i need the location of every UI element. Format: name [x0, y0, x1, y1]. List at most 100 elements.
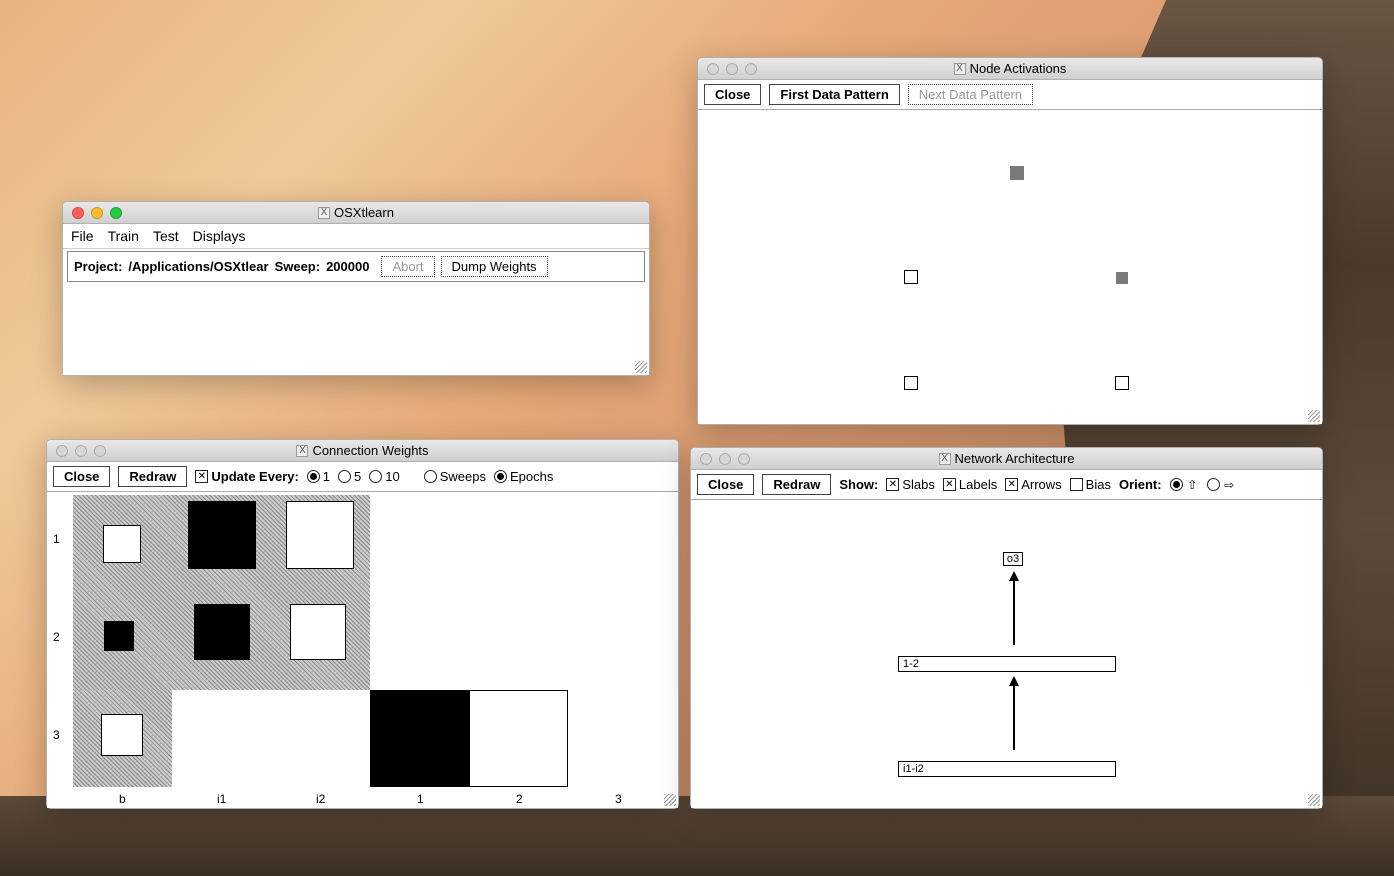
- app-icon: X: [939, 453, 951, 465]
- titlebar[interactable]: X OSXtlearn: [63, 202, 649, 224]
- weight-cell: [103, 525, 141, 563]
- network-architecture-window[interactable]: X Network Architecture Close Redraw Show…: [690, 447, 1323, 809]
- weight-cell: [290, 604, 346, 660]
- window-title: Network Architecture: [955, 451, 1075, 466]
- next-data-pattern-button[interactable]: Next Data Pattern: [908, 84, 1033, 105]
- resize-grip[interactable]: [1308, 794, 1320, 806]
- first-data-pattern-button[interactable]: First Data Pattern: [769, 84, 899, 105]
- input-slab: i1-i2: [898, 761, 1116, 777]
- row-label: 1: [53, 532, 60, 546]
- output-node: o3: [1003, 552, 1023, 566]
- window-title: OSXtlearn: [334, 205, 394, 220]
- activation-node: [1115, 376, 1129, 390]
- activation-node: [1010, 166, 1024, 180]
- sweep-label: Sweep:: [275, 259, 321, 274]
- hidden-slab: 1-2: [898, 656, 1116, 672]
- menu-displays[interactable]: Displays: [193, 228, 246, 244]
- weight-cell: [469, 690, 568, 787]
- sweeps-radio[interactable]: Sweeps: [424, 469, 486, 484]
- app-icon: X: [954, 63, 966, 75]
- weight-cell: [370, 690, 469, 787]
- weight-cell: [101, 714, 143, 756]
- weight-cell: [172, 690, 370, 787]
- close-icon[interactable]: [56, 445, 68, 457]
- close-icon[interactable]: [707, 63, 719, 75]
- labels-checkbox[interactable]: Labels: [943, 477, 997, 492]
- menu-test[interactable]: Test: [153, 228, 179, 244]
- redraw-button[interactable]: Redraw: [118, 466, 187, 487]
- resize-grip[interactable]: [1308, 410, 1320, 422]
- epochs-radio[interactable]: Epochs: [494, 469, 553, 484]
- row-label: 3: [53, 728, 60, 742]
- arrow-line: [1013, 580, 1015, 645]
- close-button[interactable]: Close: [704, 84, 761, 105]
- update-5-radio[interactable]: 5: [338, 469, 361, 484]
- weight-cell: [188, 501, 256, 569]
- slabs-checkbox[interactable]: Slabs: [886, 477, 935, 492]
- activation-node: [1116, 272, 1128, 284]
- update-every-checkbox[interactable]: Update Every:: [195, 469, 298, 484]
- activation-node: [904, 270, 918, 284]
- update-10-radio[interactable]: 10: [369, 469, 399, 484]
- close-button[interactable]: Close: [53, 466, 110, 487]
- redraw-button[interactable]: Redraw: [762, 474, 831, 495]
- arrows-checkbox[interactable]: Arrows: [1005, 477, 1061, 492]
- connection-weights-window[interactable]: X Connection Weights Close Redraw Update…: [46, 439, 679, 809]
- show-label: Show:: [839, 477, 878, 492]
- main-content: [63, 284, 649, 375]
- arrow-right-icon: ⇨: [1223, 478, 1236, 491]
- col-label: 1: [417, 792, 424, 806]
- dump-weights-button[interactable]: Dump Weights: [441, 256, 548, 277]
- minimize-icon[interactable]: [719, 453, 731, 465]
- titlebar[interactable]: X Network Architecture: [691, 448, 1322, 470]
- orient-label: Orient:: [1119, 477, 1162, 492]
- minimize-icon[interactable]: [75, 445, 87, 457]
- activations-canvas: [698, 110, 1322, 424]
- col-label: b: [119, 792, 126, 806]
- node-activations-window[interactable]: X Node Activations Close First Data Patt…: [697, 57, 1323, 425]
- col-label: i2: [316, 792, 325, 806]
- bias-checkbox[interactable]: Bias: [1070, 477, 1111, 492]
- titlebar[interactable]: X Node Activations: [698, 58, 1322, 80]
- toolbar: Close Redraw Update Every: 1 5 10 Sweeps…: [47, 462, 678, 492]
- weight-cell: [194, 604, 250, 660]
- col-label: 2: [516, 792, 523, 806]
- resize-grip[interactable]: [664, 794, 676, 806]
- weight-cell: [286, 501, 354, 569]
- zoom-icon[interactable]: [745, 63, 757, 75]
- close-icon[interactable]: [700, 453, 712, 465]
- weight-cell: [104, 621, 134, 651]
- resize-grip[interactable]: [635, 361, 647, 373]
- minimize-icon[interactable]: [726, 63, 738, 75]
- row-label: 2: [53, 630, 60, 644]
- window-title: Node Activations: [970, 61, 1067, 76]
- abort-button[interactable]: Abort: [381, 256, 434, 277]
- menu-train[interactable]: Train: [108, 228, 139, 244]
- col-label: i1: [217, 792, 226, 806]
- zoom-icon[interactable]: [94, 445, 106, 457]
- project-path: /Applications/OSXtlear: [128, 259, 268, 274]
- zoom-icon[interactable]: [110, 207, 122, 219]
- close-icon[interactable]: [72, 207, 84, 219]
- orient-right-radio[interactable]: ⇨: [1207, 478, 1236, 491]
- weights-canvas: 1 2 3 b i1 i2 1 2 3: [47, 492, 678, 808]
- menu-file[interactable]: File: [71, 228, 94, 244]
- architecture-canvas: o3 1-2 i1-i2: [691, 500, 1322, 808]
- app-icon: X: [296, 445, 308, 457]
- close-button[interactable]: Close: [697, 474, 754, 495]
- window-title: Connection Weights: [312, 443, 428, 458]
- sweep-value: 200000: [326, 259, 369, 274]
- project-bar: Project: /Applications/OSXtlear Sweep: 2…: [67, 251, 645, 282]
- update-1-radio[interactable]: 1: [307, 469, 330, 484]
- orient-up-radio[interactable]: ⇧: [1170, 478, 1199, 491]
- zoom-icon[interactable]: [738, 453, 750, 465]
- col-label: 3: [615, 792, 622, 806]
- menubar: File Train Test Displays: [63, 224, 649, 249]
- arrow-up-icon: ⇧: [1186, 478, 1199, 491]
- app-icon: X: [318, 207, 330, 219]
- minimize-icon[interactable]: [91, 207, 103, 219]
- osxtlearn-window[interactable]: X OSXtlearn File Train Test Displays Pro…: [62, 201, 650, 376]
- toolbar: Close Redraw Show: Slabs Labels Arrows B…: [691, 470, 1322, 500]
- titlebar[interactable]: X Connection Weights: [47, 440, 678, 462]
- arrow-line: [1013, 685, 1015, 750]
